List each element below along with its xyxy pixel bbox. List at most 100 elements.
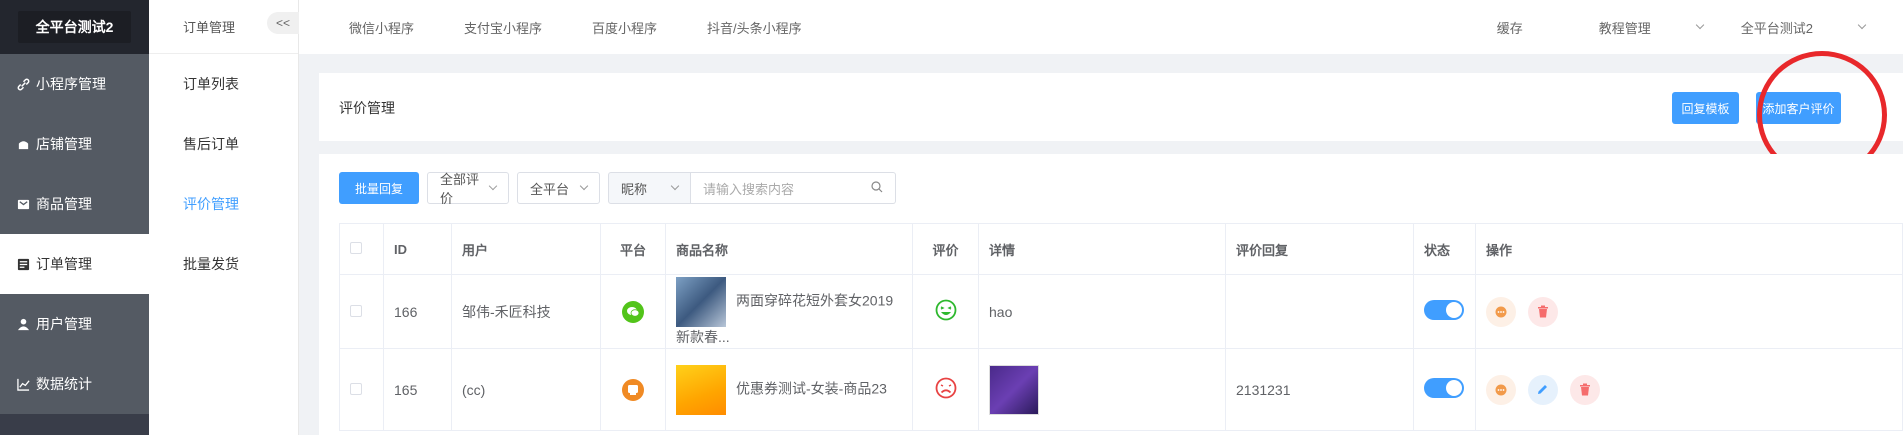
cache-link[interactable]: 缓存 (1497, 18, 1561, 37)
sub-sidebar-header: 订单管理 << (149, 0, 299, 54)
link-icon (16, 77, 30, 91)
product-thumbnail (676, 364, 726, 415)
reply-template-button[interactable]: 回复模板 (1672, 92, 1739, 124)
tab-douyin[interactable]: 抖音/头条小程序 (707, 18, 802, 37)
platform-select[interactable]: 全平台 (517, 172, 600, 204)
account-dropdown[interactable]: 全平台测试2 (1740, 18, 1867, 37)
row-checkbox[interactable] (350, 304, 362, 317)
sidebar-item-users[interactable]: 用户管理 (0, 294, 149, 354)
search-placeholder: 请输入搜索内容 (703, 181, 795, 197)
sidebar-item-label: 用户管理 (36, 316, 92, 332)
rating-select-value: 全部评价 (440, 172, 480, 206)
row-rating (912, 348, 979, 431)
tab-alipay[interactable]: 支付宝小程序 (464, 18, 542, 37)
select-all-checkbox[interactable] (350, 241, 362, 254)
platform-icon (622, 378, 644, 401)
tab-baidu[interactable]: 百度小程序 (592, 18, 657, 37)
select-all-cell[interactable] (339, 223, 384, 275)
sub-item-batch-ship[interactable]: 批量发货 (149, 234, 298, 294)
row-detail (978, 348, 1226, 431)
sidebar-item-label: 订单管理 (36, 256, 92, 272)
row-platform (600, 348, 666, 431)
delete-icon[interactable] (1527, 296, 1558, 327)
col-reply: 评价回复 (1225, 223, 1414, 275)
col-rating: 评价 (912, 223, 979, 275)
col-product: 商品名称 (665, 223, 913, 275)
row-status (1413, 274, 1476, 349)
sub-item-reviews[interactable]: 评价管理 (149, 174, 298, 234)
row-user: 邹伟-禾匠科技 (451, 274, 601, 349)
chart-icon (16, 377, 30, 391)
platform-select-value: 全平台 (530, 181, 570, 197)
top-nav-right: 缓存 教程管理 全平台测试2 (1497, 0, 1903, 54)
search-field-select[interactable]: 昵称 (608, 172, 691, 204)
brand-area: 全平台测试2 (0, 0, 149, 54)
reviews-table: ID 用户 平台 商品名称 评价 详情 评价回复 状态 操作 166 邹伟-禾匠… (339, 223, 1903, 431)
tutorial-label: 教程管理 (1598, 20, 1651, 36)
collapse-button[interactable]: << (267, 12, 299, 34)
search-icon[interactable] (871, 180, 883, 196)
sidebar-item-store[interactable]: 店铺管理 (0, 114, 149, 174)
chevron-down-icon (1857, 20, 1867, 30)
sidebar-item-miniprogram[interactable]: 小程序管理 (0, 54, 149, 114)
product-thumbnail (676, 276, 726, 327)
chevron-down-icon (670, 181, 680, 191)
tab-wechat[interactable]: 微信小程序 (349, 18, 414, 37)
row-actions (1475, 274, 1903, 349)
main-sidebar: 全平台测试2 小程序管理 店铺管理 商品管理 订单管理 用户管理 数据统计 (0, 0, 149, 435)
sidebar-item-stats[interactable]: 数据统计 (0, 354, 149, 414)
sub-sidebar: 订单管理 << 订单列表 售后订单 评价管理 批量发货 (149, 0, 299, 435)
row-id: 166 (383, 274, 452, 349)
sidebar-item-goods[interactable]: 商品管理 (0, 174, 149, 234)
table-row: 166 邹伟-禾匠科技 两面穿碎花短外套女2019新款春... hao (339, 274, 1903, 349)
row-user: (cc) (451, 348, 601, 431)
review-image[interactable] (989, 364, 1039, 415)
status-toggle[interactable] (1424, 300, 1464, 320)
col-status: 状态 (1413, 223, 1476, 275)
col-actions: 操作 (1475, 223, 1903, 275)
row-id: 165 (383, 348, 452, 431)
row-product: 两面穿碎花短外套女2019新款春... (665, 274, 913, 349)
sidebar-item-label: 数据统计 (36, 376, 92, 392)
delete-icon[interactable] (1569, 374, 1600, 405)
reply-icon[interactable] (1486, 296, 1516, 327)
page-header-card: 评价管理 回复模板 添加客户评价 (319, 73, 1903, 141)
row-checkbox-cell[interactable] (339, 348, 384, 431)
row-checkbox-cell[interactable] (339, 274, 384, 349)
col-id: ID (383, 223, 452, 275)
sidebar-item-label: 店铺管理 (36, 136, 92, 152)
store-icon (16, 137, 30, 151)
row-product: 优惠券测试-女装-商品23 (665, 348, 913, 431)
cache-label: 缓存 (1496, 20, 1523, 36)
sub-item-after-sales[interactable]: 售后订单 (149, 114, 298, 174)
row-platform (600, 274, 666, 349)
happy-face-icon (935, 299, 957, 324)
sub-item-order-list[interactable]: 订单列表 (149, 54, 298, 114)
chevron-down-icon (579, 181, 589, 191)
edit-icon[interactable] (1527, 374, 1558, 405)
tutorial-dropdown[interactable]: 教程管理 (1598, 18, 1705, 37)
top-nav: 微信小程序 支付宝小程序 百度小程序 抖音/头条小程序 缓存 教程管理 全平台测… (299, 0, 1903, 54)
search-input[interactable]: 请输入搜索内容 (691, 172, 896, 204)
row-actions (1475, 348, 1903, 431)
chevron-down-icon (1695, 20, 1705, 30)
row-status (1413, 348, 1476, 431)
filter-bar: 批量回复 全部评价 全平台 昵称 请输入搜索内容 (339, 172, 896, 206)
brand-name[interactable]: 全平台测试2 (17, 11, 132, 43)
row-rating (912, 274, 979, 349)
product-name: 优惠券测试-女装-商品23 (736, 380, 887, 397)
batch-reply-button[interactable]: 批量回复 (339, 172, 419, 204)
row-checkbox[interactable] (350, 382, 362, 395)
sidebar-item-label: 商品管理 (36, 196, 92, 212)
reviews-card: 批量回复 全部评价 全平台 昵称 请输入搜索内容 ID 用户 平台 商品名称 评… (319, 154, 1903, 435)
sidebar-item-orders[interactable]: 订单管理 (0, 234, 149, 294)
col-user: 用户 (451, 223, 601, 275)
row-detail: hao (978, 274, 1226, 349)
rating-select[interactable]: 全部评价 (427, 172, 509, 206)
table-row: 165 (cc) 优惠券测试-女装-商品23 2131231 (339, 348, 1903, 431)
status-toggle[interactable] (1424, 378, 1464, 398)
account-label: 全平台测试2 (1740, 20, 1813, 36)
add-review-button[interactable]: 添加客户评价 (1756, 92, 1841, 124)
reply-icon[interactable] (1486, 374, 1516, 405)
order-icon (16, 257, 30, 271)
